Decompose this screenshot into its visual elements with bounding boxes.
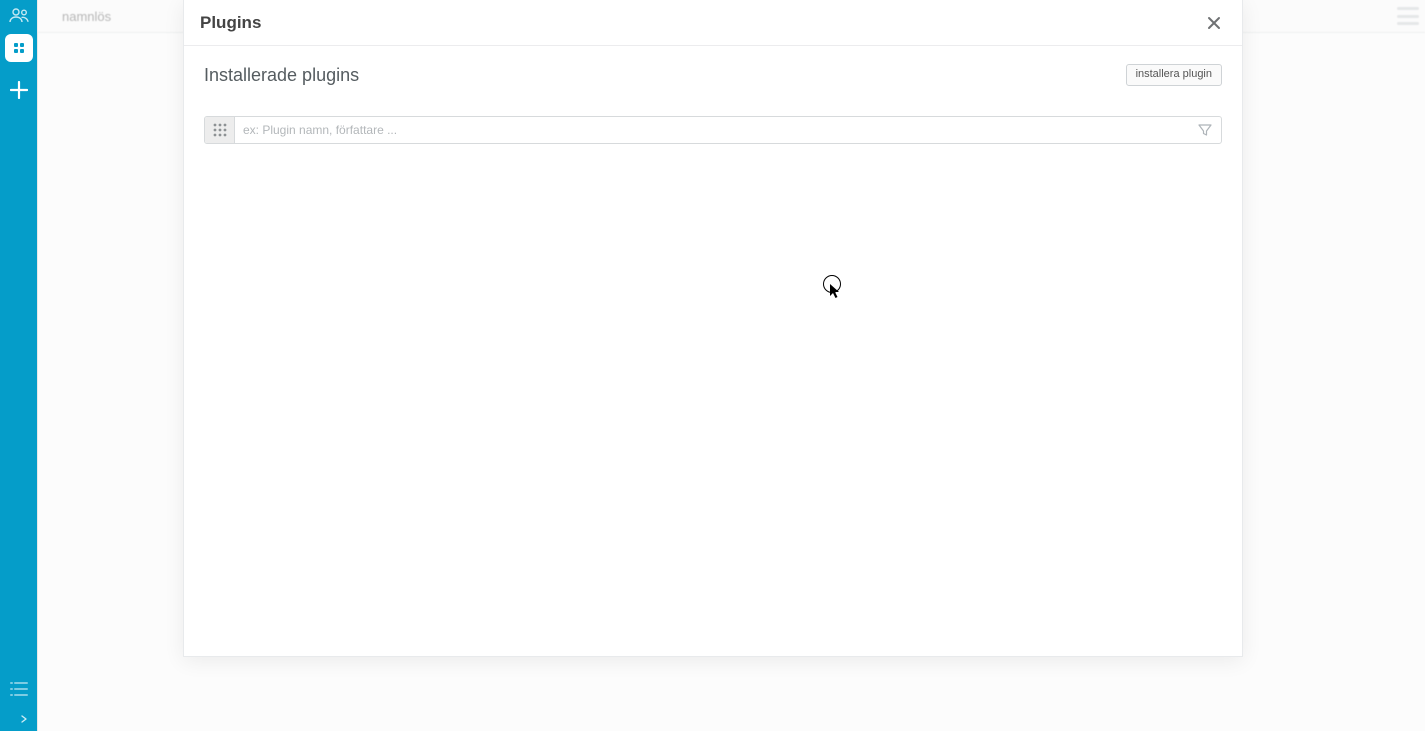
install-plugin-button[interactable]: installera plugin bbox=[1126, 64, 1222, 86]
expand-icon[interactable] bbox=[6, 715, 32, 725]
grid-icon[interactable] bbox=[205, 117, 235, 143]
plugin-search-input[interactable] bbox=[235, 117, 1189, 143]
filter-icon[interactable] bbox=[1189, 117, 1221, 143]
add-button[interactable] bbox=[5, 76, 33, 104]
close-button[interactable] bbox=[1202, 11, 1226, 35]
sidebar-item-dashboard[interactable] bbox=[5, 34, 33, 62]
hamburger-icon[interactable] bbox=[1397, 7, 1419, 25]
close-icon bbox=[1206, 15, 1222, 31]
modal-subheader: Installerade plugins installera plugin bbox=[204, 64, 1222, 86]
app-sidebar bbox=[0, 0, 37, 731]
page-title-text: namnlös bbox=[62, 9, 111, 24]
plugin-search-bar bbox=[204, 116, 1222, 144]
modal-body: Installerade plugins installera plugin bbox=[184, 46, 1242, 656]
installed-plugins-title: Installerade plugins bbox=[204, 65, 359, 86]
plugins-modal: Plugins Installerade plugins installera … bbox=[183, 0, 1243, 657]
users-icon[interactable] bbox=[6, 6, 32, 24]
modal-title: Plugins bbox=[200, 13, 261, 33]
list-icon[interactable] bbox=[6, 677, 32, 701]
modal-header: Plugins bbox=[184, 0, 1242, 46]
